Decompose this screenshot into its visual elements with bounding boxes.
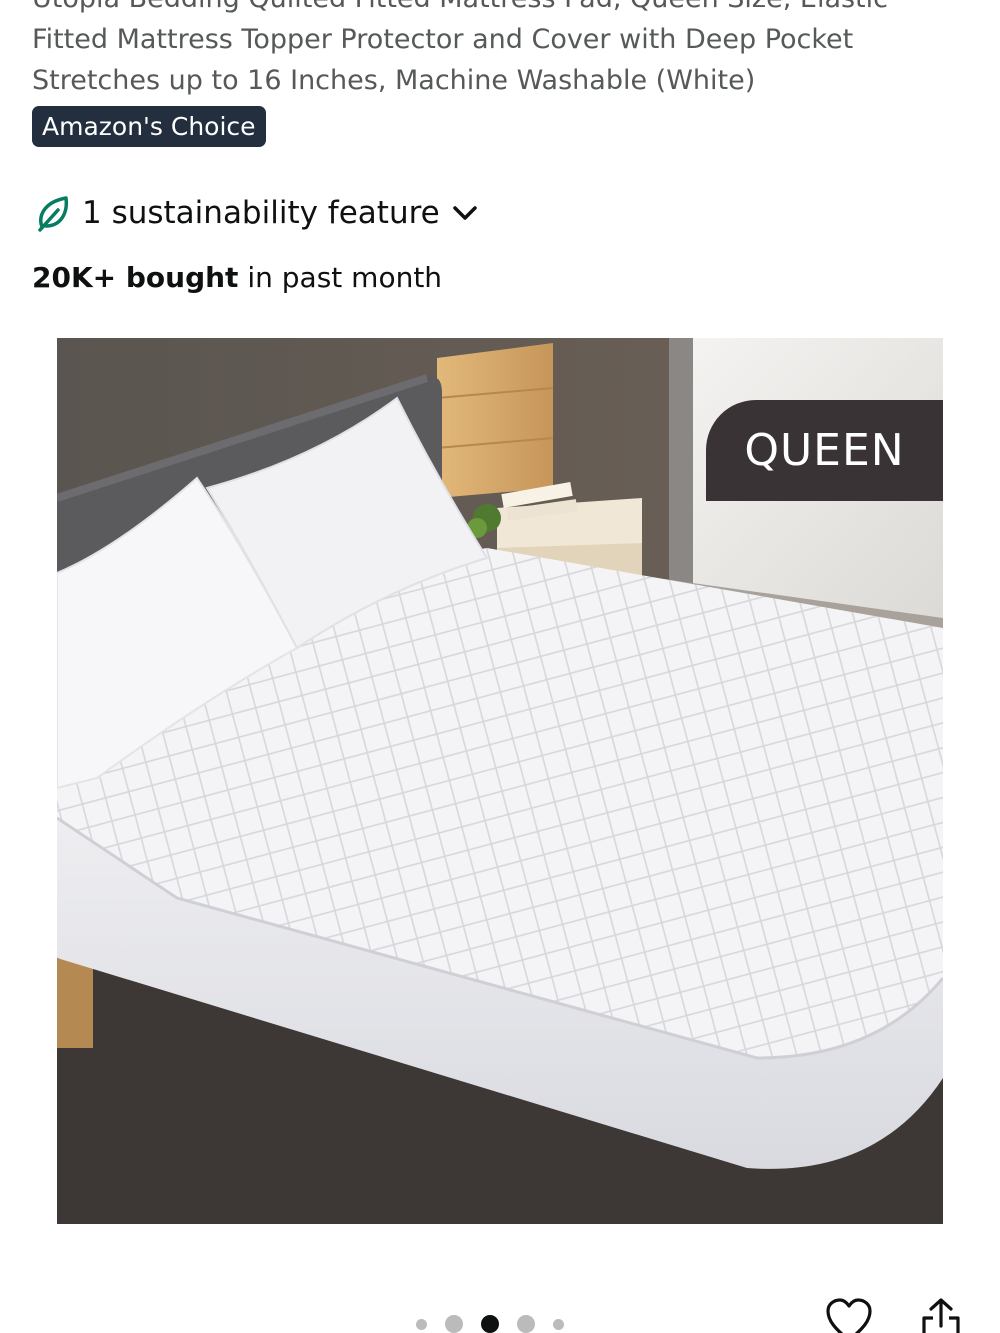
carousel-dot[interactable]	[416, 1318, 427, 1330]
carousel-dot-active[interactable]	[481, 1315, 499, 1333]
bought-period: in past month	[238, 261, 443, 294]
bought-past-month: 20K+ bought in past month	[32, 258, 442, 298]
product-title-line-3: Stretches up to 16 Inches, Machine Washa…	[32, 65, 756, 96]
chevron-down-icon	[452, 206, 477, 220]
share-icon[interactable]	[916, 1296, 966, 1333]
product-title-line-1: Utopia Bedding Quilted Fitted Mattress P…	[32, 0, 932, 19]
carousel-dot[interactable]	[553, 1318, 564, 1330]
leaf-icon	[38, 196, 69, 232]
bought-count: 20K+ bought	[32, 261, 239, 294]
sustainability-features-toggle[interactable]: 1 sustainability feature	[36, 188, 478, 238]
carousel-dot[interactable]	[445, 1315, 463, 1333]
heart-icon[interactable]	[824, 1296, 874, 1333]
image-carousel-dots[interactable]	[416, 1310, 582, 1333]
size-tag: QUEEN	[706, 400, 943, 501]
sustainability-label: 1 sustainability feature	[82, 195, 440, 231]
product-title-line-2: Fitted Mattress Topper Protector and Cov…	[32, 24, 854, 55]
product-title[interactable]: Utopia Bedding Quilted Fitted Mattress P…	[32, 0, 932, 101]
carousel-dot[interactable]	[517, 1315, 535, 1333]
product-detail-page: Utopia Bedding Quilted Fitted Mattress P…	[0, 0, 1000, 1333]
amazons-choice-badge[interactable]: Amazon's Choice	[32, 106, 266, 147]
